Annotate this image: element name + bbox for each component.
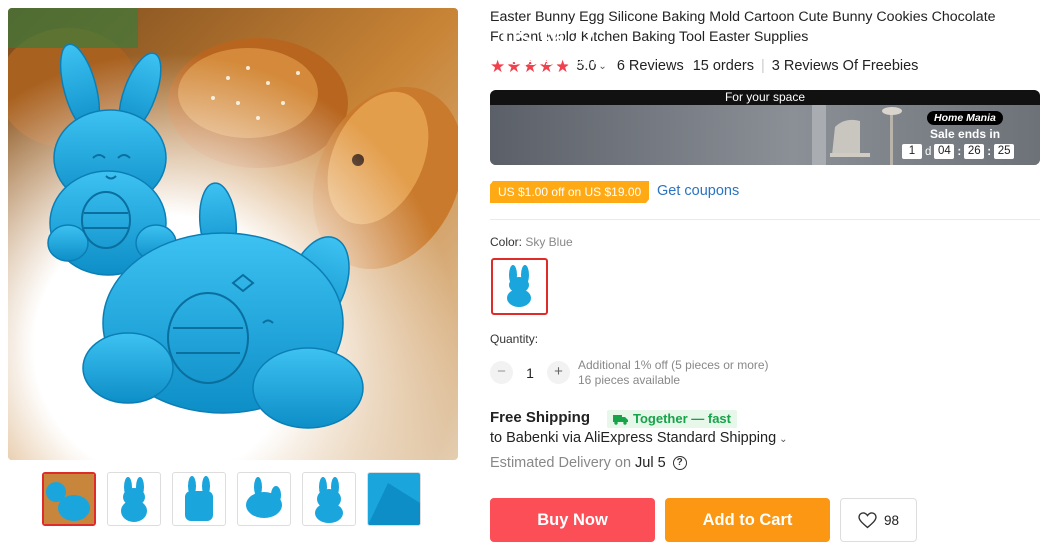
thumbnail-image bbox=[185, 476, 213, 521]
estimated-delivery: Estimated Delivery on Jul 5 ? bbox=[490, 455, 687, 471]
thumbnail-image bbox=[246, 477, 282, 518]
quantity-decrease-button[interactable]: − bbox=[490, 361, 513, 384]
store-badge[interactable]: Home Mania bbox=[927, 111, 1003, 125]
get-coupons-link[interactable]: Get coupons bbox=[657, 183, 739, 199]
original-price: US $10.26 bbox=[502, 54, 559, 68]
divider: | bbox=[760, 58, 765, 74]
thumbnail-5[interactable] bbox=[302, 472, 356, 526]
buy-now-button[interactable]: Buy Now bbox=[490, 498, 655, 542]
thumbnail-image bbox=[315, 477, 343, 523]
shipping-badge: Together — fast bbox=[607, 410, 737, 428]
chevron-down-icon: ⌄ bbox=[779, 434, 788, 445]
sale-ends-label: Sale ends in bbox=[930, 127, 1001, 141]
thumbnail-3[interactable] bbox=[172, 472, 226, 526]
countdown-separator: : bbox=[957, 145, 962, 158]
countdown-minutes: 26 bbox=[964, 144, 985, 159]
stock-available: 16 pieces available bbox=[578, 373, 681, 387]
color-label-text: Color: bbox=[490, 235, 526, 249]
shipping-badge-text: Together — fast bbox=[633, 411, 731, 426]
thumbnail-image bbox=[44, 474, 94, 524]
truck-icon bbox=[613, 414, 628, 425]
reviews-link[interactable]: 6 Reviews bbox=[617, 58, 684, 74]
thumbnail-4[interactable] bbox=[237, 472, 291, 526]
help-icon[interactable]: ? bbox=[672, 456, 687, 470]
quantity-info: Additional 1% off (5 pieces or more) 16 … bbox=[578, 358, 769, 388]
delivery-label: Estimated Delivery on bbox=[490, 455, 632, 471]
current-price: US $6.77 bbox=[502, 26, 596, 51]
shipping-method-text: to Babenki via AliExpress Standard Shipp… bbox=[490, 430, 777, 446]
thumbnail-1[interactable] bbox=[42, 472, 96, 526]
freebie-reviews-link[interactable]: 3 Reviews Of Freebies bbox=[772, 58, 919, 74]
shipping-title: Free Shipping bbox=[490, 409, 591, 426]
shipping-method[interactable]: to Babenki via AliExpress Standard Shipp… bbox=[490, 430, 788, 446]
wishlist-button[interactable]: 98 bbox=[840, 498, 917, 542]
discount-percent: 34% Off bbox=[566, 54, 610, 68]
quantity-increase-button[interactable]: + bbox=[547, 361, 570, 384]
countdown-days-unit: d bbox=[925, 145, 932, 158]
thumbnail-6[interactable] bbox=[367, 472, 421, 526]
heart-icon bbox=[858, 511, 877, 528]
countdown-seconds: 25 bbox=[994, 144, 1015, 159]
color-swatch-sky-blue[interactable] bbox=[491, 258, 548, 315]
thumbnail-image bbox=[368, 473, 420, 525]
thumbnail-image bbox=[121, 477, 147, 522]
countdown-timer: 1 d 04 : 26 : 25 bbox=[902, 144, 1015, 159]
delivery-date: Jul 5 bbox=[635, 455, 666, 471]
section-divider bbox=[490, 219, 1040, 220]
countdown-hours: 04 bbox=[934, 144, 955, 159]
product-photo bbox=[8, 8, 458, 460]
coupon-tag[interactable]: US $1.00 off on US $19.00 bbox=[488, 181, 651, 203]
swatch-image bbox=[507, 265, 531, 307]
quantity-label: Quantity: bbox=[490, 332, 539, 346]
wishlist-count: 98 bbox=[883, 512, 900, 528]
add-to-cart-button[interactable]: Add to Cart bbox=[665, 498, 830, 542]
main-product-image[interactable] bbox=[8, 8, 458, 460]
orders-count: 15 orders bbox=[692, 58, 754, 74]
original-price-row: US $10.26 34% Off bbox=[502, 54, 609, 68]
banner-header: For your space bbox=[490, 90, 1040, 105]
color-value: Sky Blue bbox=[525, 235, 573, 249]
quantity-value[interactable]: 1 bbox=[525, 365, 535, 381]
color-label: Color: Sky Blue bbox=[490, 235, 573, 249]
bulk-discount-note: Additional 1% off (5 pieces or more) bbox=[578, 358, 769, 372]
countdown-separator: : bbox=[987, 145, 992, 158]
countdown-days: 1 bbox=[902, 144, 922, 159]
thumbnail-2[interactable] bbox=[107, 472, 161, 526]
